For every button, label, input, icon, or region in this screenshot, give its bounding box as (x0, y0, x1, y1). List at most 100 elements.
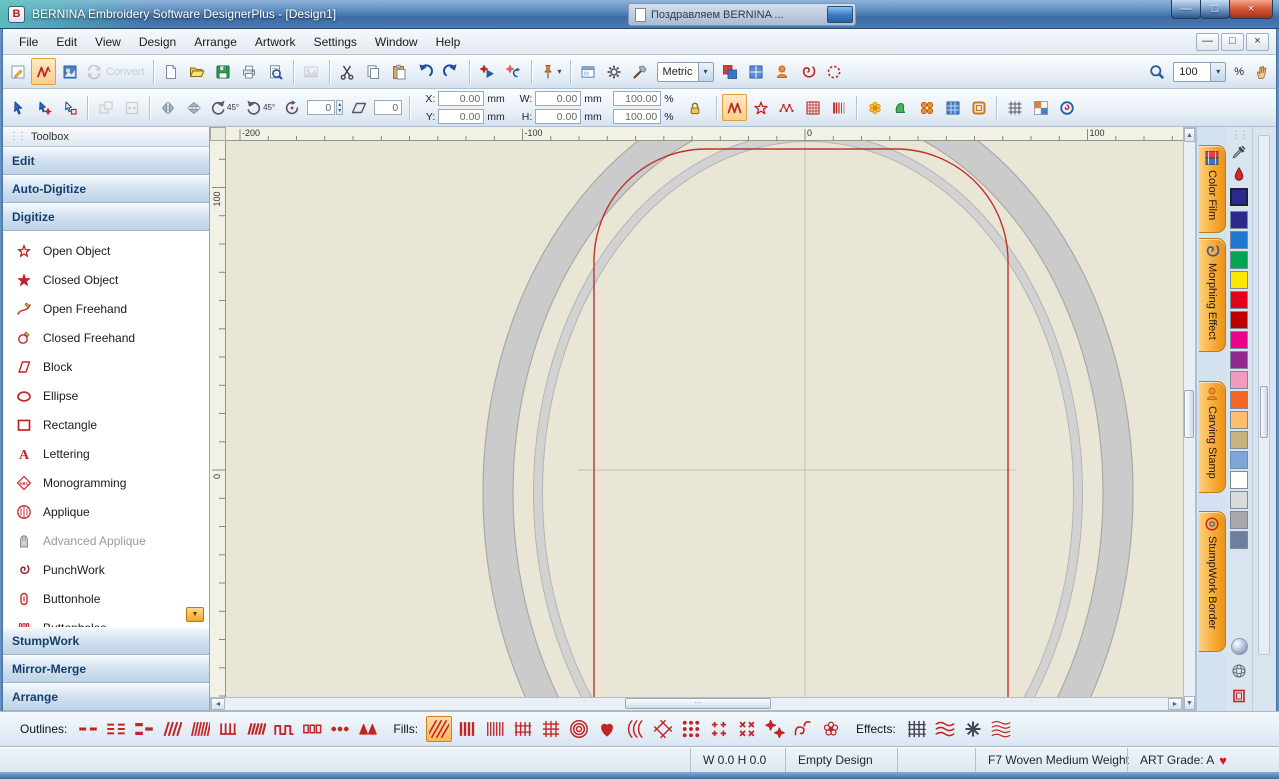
copy-button[interactable] (361, 58, 386, 85)
menu-view[interactable]: View (86, 31, 130, 53)
cut-button[interactable] (335, 58, 360, 85)
background-window-tab[interactable]: Поздравляем BERNINA ... (628, 3, 856, 26)
dropdown-arrow-icon[interactable]: ▾ (1210, 63, 1225, 81)
fill-satin-fill-button[interactable] (454, 716, 480, 742)
mirror-horizontal-button[interactable] (155, 94, 180, 121)
star-stitch-button[interactable] (748, 94, 773, 121)
toolbox-item-open-freehand[interactable]: Open Freehand (3, 294, 209, 323)
print-preview-button[interactable] (263, 58, 288, 85)
applique-tool-button[interactable] (914, 94, 939, 121)
open-design-button[interactable] (185, 58, 210, 85)
apply-color-button[interactable] (1228, 163, 1250, 185)
outline-square-wave-button[interactable] (271, 716, 297, 742)
wireframe-sphere-button[interactable] (1228, 660, 1250, 682)
menu-help[interactable]: Help (427, 31, 470, 53)
fill-pattern-b-button[interactable] (790, 716, 816, 742)
menu-settings[interactable]: Settings (305, 31, 366, 53)
skew-icon[interactable] (346, 94, 371, 121)
convert-button[interactable]: Convert (83, 58, 148, 85)
design-tools-button[interactable] (628, 58, 653, 85)
color-wheel-sphere-button[interactable] (1228, 635, 1250, 657)
new-design-button[interactable] (159, 58, 184, 85)
outline-pattern-run-button[interactable] (299, 716, 325, 742)
palette-color-10[interactable] (1230, 411, 1248, 429)
color-picker-dropper-button[interactable] (1228, 141, 1250, 163)
punchwork-tool-button[interactable] (822, 58, 847, 85)
palette-color-5[interactable] (1230, 311, 1248, 329)
rotate-ccw-45-button[interactable]: 45° (207, 94, 242, 121)
save-design-button[interactable] (211, 58, 236, 85)
scroll-right-button[interactable]: ► (1168, 698, 1182, 710)
rotate-angle-field[interactable]: 0▴▾ (307, 100, 343, 115)
pan-button[interactable] (1249, 58, 1274, 85)
outline-blanket-button[interactable] (215, 716, 241, 742)
fill-step-button[interactable] (426, 716, 452, 742)
toolbox-item-advanced-applique[interactable]: Advanced Applique (3, 526, 209, 555)
insert-artwork-button[interactable] (299, 58, 324, 85)
mini-scroll-track[interactable] (1258, 135, 1270, 655)
show-hoop-button[interactable] (1054, 94, 1079, 121)
toolbox-item-punchwork[interactable]: PunchWork (3, 555, 209, 584)
redo-button[interactable] (439, 58, 464, 85)
slow-redraw-button[interactable] (501, 58, 526, 85)
outline-dot-run-button[interactable] (327, 716, 353, 742)
hscroll-track[interactable]: ⋯ (225, 698, 1168, 710)
pattern-stitch-button[interactable] (774, 94, 799, 121)
toolbox-section-digitize[interactable]: Digitize (3, 203, 209, 231)
palette-color-11[interactable] (1230, 431, 1248, 449)
fill-flower-button[interactable] (818, 716, 844, 742)
stumpwork-frame-button[interactable] (966, 94, 991, 121)
menu-edit[interactable]: Edit (47, 31, 86, 53)
toolbox-section-stumpwork[interactable]: StumpWork (3, 627, 209, 655)
print-button[interactable] (237, 58, 262, 85)
artwork-canvas-button[interactable] (57, 58, 82, 85)
outline-single-button[interactable] (75, 716, 101, 742)
w-field[interactable]: 0.00 (535, 91, 581, 106)
display-picture-button[interactable] (744, 58, 769, 85)
palette-color-1[interactable] (1230, 231, 1248, 249)
fill-fancy-fill-button[interactable] (482, 716, 508, 742)
docker-tab-color-film[interactable]: Color Film (1199, 145, 1226, 233)
palette-color-2[interactable] (1230, 251, 1248, 269)
design-canvas-button[interactable] (5, 58, 30, 85)
fill-pattern-a-button[interactable] (762, 716, 788, 742)
reshape-object-button[interactable] (31, 94, 56, 121)
y-field[interactable]: 0.00 (438, 109, 484, 124)
hoop-template-button[interactable] (770, 58, 795, 85)
display-colors-button[interactable] (718, 58, 743, 85)
toolbox-item-rectangle[interactable]: Rectangle (3, 410, 209, 439)
fill-ripple-button[interactable] (566, 716, 592, 742)
toolbox-item-block[interactable]: Block (3, 352, 209, 381)
zoom-button[interactable] (1144, 58, 1169, 85)
design-canvas[interactable] (226, 141, 1183, 697)
effect-texture-button[interactable] (904, 716, 930, 742)
toolbox-section-auto-digitize[interactable]: Auto-Digitize (3, 175, 209, 203)
outline-triangle-run-button[interactable] (355, 716, 381, 742)
mdi-close-button[interactable]: × (1246, 33, 1269, 51)
gradient-fill-button[interactable] (826, 94, 851, 121)
pin-dropdown-button[interactable]: ▾ (537, 58, 565, 85)
morphing-effect-button[interactable] (888, 94, 913, 121)
size-disabled-button[interactable] (119, 94, 144, 121)
palette-color-0[interactable] (1230, 211, 1248, 229)
zoom-select[interactable]: 100▾ (1173, 62, 1226, 82)
fill-lattice-button[interactable] (538, 716, 564, 742)
palette-color-9[interactable] (1230, 391, 1248, 409)
hscroll-thumb[interactable]: ⋯ (625, 698, 771, 709)
skew-angle-field[interactable]: 0 (374, 100, 402, 115)
toolbox-item-closed-freehand[interactable]: Closed Freehand (3, 323, 209, 352)
pattern-fill-button[interactable] (800, 94, 825, 121)
palette-color-3[interactable] (1230, 271, 1248, 289)
mdi-minimize-button[interactable]: — (1196, 33, 1219, 51)
hoop-frame-button[interactable] (1228, 685, 1250, 707)
toolbox-item-lettering[interactable]: ALettering (3, 439, 209, 468)
palette-color-16[interactable] (1230, 531, 1248, 549)
menu-window[interactable]: Window (366, 31, 427, 53)
current-color-swatch[interactable] (1230, 188, 1248, 206)
docker-tab-stumpwork-border[interactable]: StumpWork Border (1199, 511, 1226, 652)
vertical-scrollbar[interactable]: ▲ ▼ (1183, 127, 1196, 711)
outline-triple-button[interactable] (103, 716, 129, 742)
scale-x-field[interactable]: 100.00 (613, 91, 661, 106)
outline-satin-button[interactable] (159, 716, 185, 742)
toolbox-item-open-object[interactable]: Open Object (3, 236, 209, 265)
